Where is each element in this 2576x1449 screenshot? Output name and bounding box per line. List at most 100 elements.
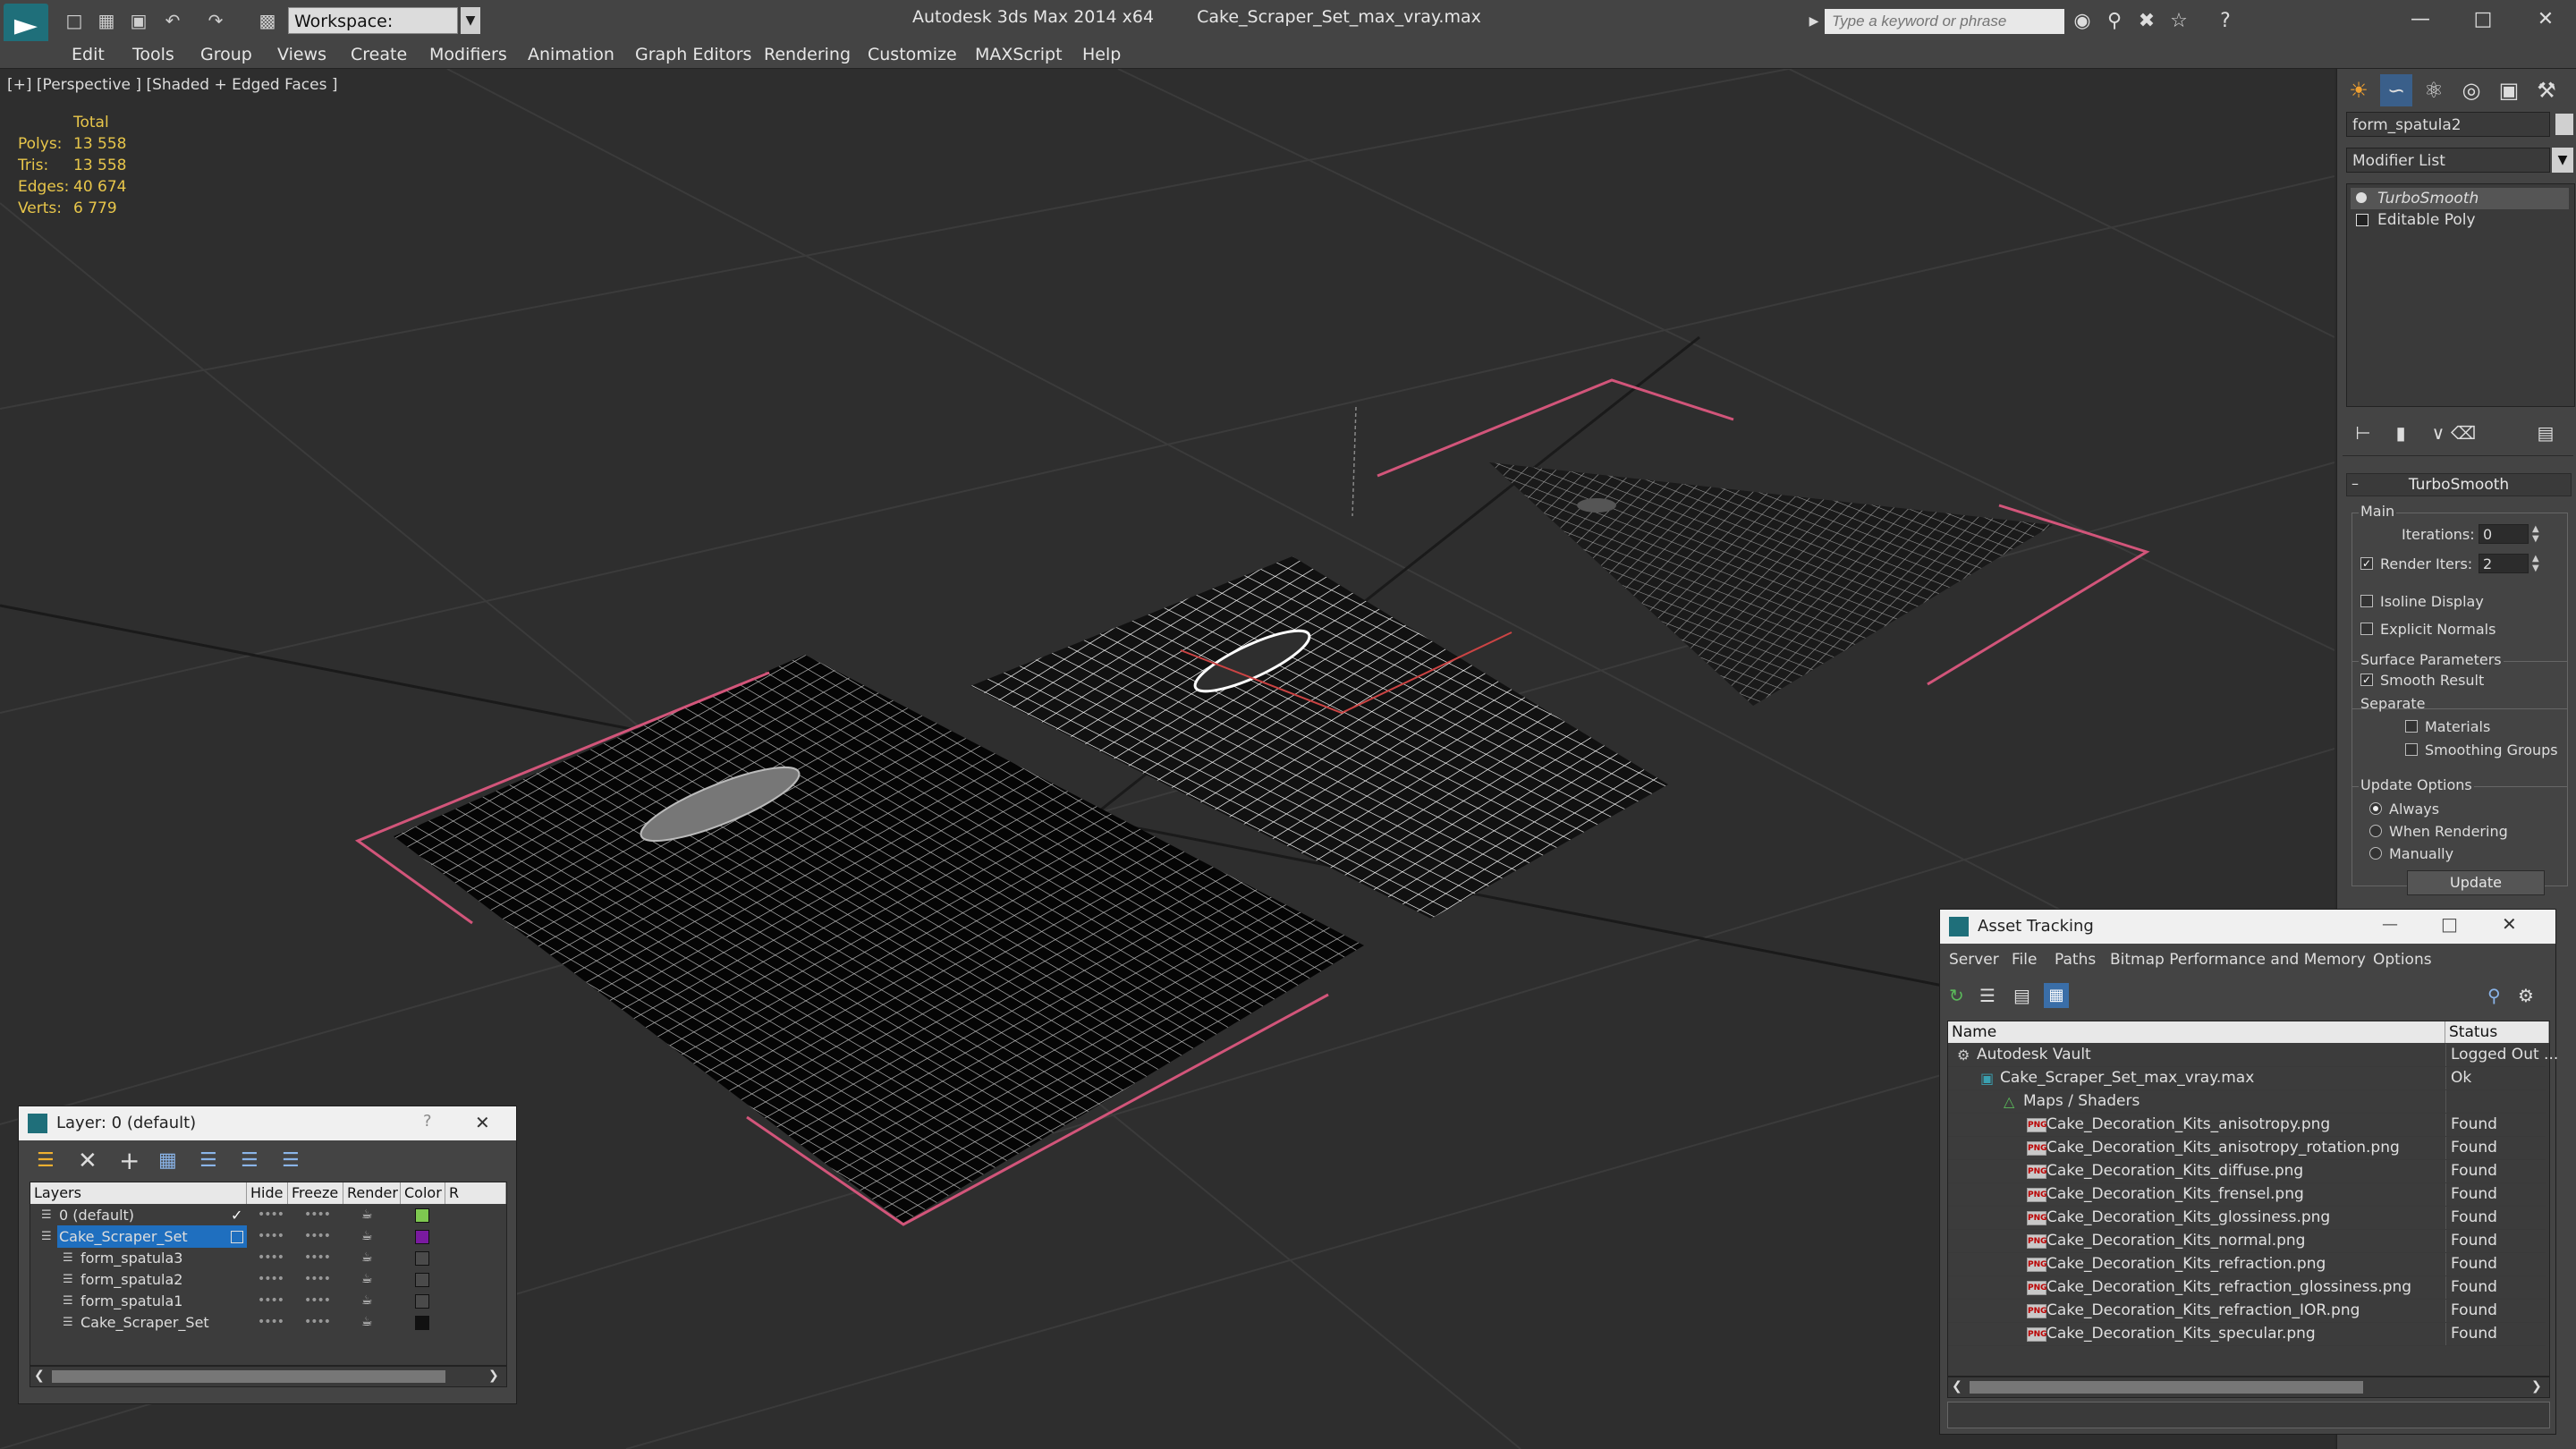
render-iters-spinner[interactable]: 2 — [2479, 554, 2529, 573]
hide-toggle-icon[interactable]: •••• — [258, 1268, 284, 1291]
menu-customize[interactable]: Customize — [868, 43, 957, 66]
new-file-icon[interactable]: □ — [63, 9, 86, 32]
vault-help-icon[interactable]: ⚲ — [2487, 985, 2501, 1006]
materials-checkbox[interactable] — [2405, 720, 2418, 733]
remove-modifier-icon[interactable]: ⌫ — [2450, 419, 2477, 446]
workspace-dropdown[interactable]: Workspace: Default — [288, 7, 458, 58]
asset-menu-file[interactable]: File — [2012, 951, 2037, 969]
column-name[interactable]: Name — [1948, 1021, 2445, 1043]
freeze-toggle-icon[interactable]: •••• — [304, 1225, 331, 1248]
select-objects-icon[interactable]: ▦ — [158, 1149, 177, 1172]
layer-name[interactable]: form_spatula3 — [79, 1247, 247, 1269]
delete-layer-icon[interactable]: ✕ — [78, 1148, 97, 1174]
stack-item-turbosmooth[interactable]: TurboSmooth — [2351, 188, 2569, 209]
viewport-label[interactable]: [+] [Perspective ] [Shaded + Edged Faces… — [7, 76, 337, 94]
minimize-icon[interactable]: — — [2394, 4, 2447, 36]
help-icon[interactable]: ? — [423, 1112, 432, 1131]
layer-color-swatch[interactable] — [415, 1273, 429, 1287]
iterations-spinner[interactable]: 0 — [2479, 524, 2529, 544]
settings-icon[interactable]: ⚙ — [2518, 985, 2534, 1006]
layer-name[interactable]: Cake_Scraper_Set — [57, 1225, 247, 1248]
hide-toggle-icon[interactable]: •••• — [258, 1247, 284, 1269]
asset-row[interactable]: ⚙ Autodesk Vault Logged Out ... — [1948, 1044, 2558, 1067]
asset-row[interactable]: PNG Cake_Decoration_Kits_normal.png Found — [1948, 1230, 2546, 1253]
display-tab-icon[interactable]: ▣ — [2493, 74, 2525, 106]
add-to-layer-icon[interactable]: + — [119, 1146, 140, 1175]
asset-row[interactable]: PNG Cake_Decoration_Kits_anisotropy.png Fo… — [1948, 1114, 2546, 1137]
make-unique-icon[interactable]: ∨ — [2425, 419, 2452, 446]
spinner-arrows-icon[interactable]: ▲ ▼ — [2532, 524, 2539, 544]
menu-tools[interactable]: Tools — [132, 43, 174, 66]
list-view-icon[interactable]: ☰ — [1979, 985, 1996, 1006]
undo-icon[interactable]: ↶ — [161, 9, 184, 32]
asset-row[interactable]: PNG Cake_Decoration_Kits_diffuse.png Found — [1948, 1160, 2546, 1183]
asset-menu-server[interactable]: Server — [1949, 951, 1999, 969]
freeze-toggle-icon[interactable]: •••• — [304, 1268, 331, 1291]
layer-color-swatch[interactable] — [415, 1230, 429, 1244]
close-icon[interactable]: ✕ — [475, 1112, 490, 1133]
communication-center-icon[interactable]: ⚲ — [2102, 9, 2127, 34]
collapse-icon[interactable]: – — [2351, 475, 2359, 492]
layer-row[interactable]: ☰ form_spatula1 •••• •••• ☕ — [30, 1290, 506, 1312]
layer-name[interactable]: form_spatula1 — [79, 1290, 247, 1312]
hide-toggle-icon[interactable]: •••• — [258, 1290, 284, 1312]
layer-color-swatch[interactable] — [415, 1251, 429, 1266]
scroll-left-icon[interactable]: ❮ — [1952, 1379, 1962, 1394]
close-icon[interactable]: ✕ — [2519, 4, 2572, 36]
maximize-icon[interactable]: □ — [2456, 4, 2510, 36]
object-name-field[interactable]: form_spatula2 — [2346, 112, 2550, 137]
menu-edit[interactable]: Edit — [72, 43, 105, 66]
save-file-icon[interactable]: ▣ — [127, 9, 150, 32]
asset-path-field[interactable] — [1947, 1402, 2550, 1428]
help-icon[interactable]: ? — [2213, 9, 2238, 34]
render-teapot-icon[interactable]: ☕ — [361, 1247, 373, 1269]
utilities-tab-icon[interactable]: ⚒ — [2530, 74, 2563, 106]
freeze-toggle-icon[interactable]: •••• — [304, 1204, 331, 1226]
layer-window-titlebar[interactable]: Layer: 0 (default) — [19, 1106, 516, 1140]
render-teapot-icon[interactable]: ☕ — [361, 1290, 373, 1312]
hide-toggle-icon[interactable]: •••• — [258, 1225, 284, 1248]
menu-rendering[interactable]: Rendering — [764, 43, 851, 66]
asset-row[interactable]: PNG Cake_Decoration_Kits_specular.png Foun… — [1948, 1323, 2546, 1346]
refresh-icon[interactable]: ↻ — [1949, 985, 1964, 1006]
project-folder-icon[interactable]: ▩ — [256, 9, 279, 32]
asset-row[interactable]: PNG Cake_Decoration_Kits_frensel.png Found — [1948, 1183, 2546, 1207]
create-tab-icon[interactable]: ☀ — [2343, 74, 2375, 106]
current-layer-icon[interactable] — [231, 1231, 243, 1243]
active-layer-check-icon[interactable]: ✓ — [231, 1204, 242, 1226]
column-render[interactable]: Render — [343, 1182, 401, 1204]
workspace-dropdown-arrow-icon[interactable]: ▼ — [461, 7, 480, 34]
column-freeze[interactable]: Freeze — [288, 1182, 343, 1204]
favorites-star-icon[interactable]: ☆ — [2166, 9, 2191, 34]
layer-row[interactable]: ☰ Cake_Scraper_Set •••• •••• ☕ — [30, 1311, 506, 1334]
column-color[interactable]: Color — [401, 1182, 445, 1204]
hide-all-layers-icon[interactable]: ☰ — [241, 1149, 258, 1172]
menu-views[interactable]: Views — [277, 43, 326, 66]
render-iters-checkbox[interactable]: ✓ — [2360, 557, 2373, 570]
layer-color-swatch[interactable] — [415, 1208, 429, 1223]
search-input[interactable] — [1825, 9, 2064, 34]
highlight-layer-icon[interactable]: ☰ — [199, 1149, 217, 1172]
scroll-right-icon[interactable]: ❯ — [2531, 1379, 2542, 1394]
always-radio[interactable] — [2369, 802, 2382, 815]
menu-maxscript[interactable]: MAXScript — [975, 43, 1063, 66]
show-end-result-icon[interactable]: ▮ — [2387, 419, 2414, 446]
layer-color-swatch[interactable] — [415, 1294, 429, 1309]
close-icon[interactable]: ✕ — [2502, 913, 2517, 935]
scroll-right-icon[interactable]: ❯ — [488, 1368, 499, 1383]
asset-window-titlebar[interactable]: Asset Tracking — [1940, 910, 2555, 944]
render-teapot-icon[interactable]: ☕ — [361, 1311, 373, 1334]
column-status[interactable]: Status — [2445, 1021, 2549, 1043]
layer-row[interactable]: ☰ form_spatula2 •••• •••• ☕ — [30, 1268, 506, 1291]
scroll-left-icon[interactable]: ❮ — [34, 1368, 45, 1383]
layer-row[interactable]: ☰ form_spatula3 •••• •••• ☕ — [30, 1247, 506, 1269]
freeze-toggle-icon[interactable]: •••• — [304, 1290, 331, 1312]
hierarchy-tab-icon[interactable]: ⚛ — [2418, 74, 2450, 106]
smoothing-groups-checkbox[interactable] — [2405, 743, 2418, 756]
asset-row[interactable]: ▣ Cake_Scraper_Set_max_vray.max Ok — [1948, 1067, 2546, 1090]
layer-row[interactable]: ☰ Cake_Scraper_Set •••• •••• ☕ — [30, 1225, 506, 1248]
asset-row[interactable]: PNG Cake_Decoration_Kits_glossiness.png Fo… — [1948, 1207, 2546, 1230]
manually-radio[interactable] — [2369, 847, 2382, 860]
asset-row[interactable]: PNG Cake_Decoration_Kits_refraction_IOR.p… — [1948, 1300, 2546, 1323]
asset-menu-paths[interactable]: Paths — [2055, 951, 2096, 969]
